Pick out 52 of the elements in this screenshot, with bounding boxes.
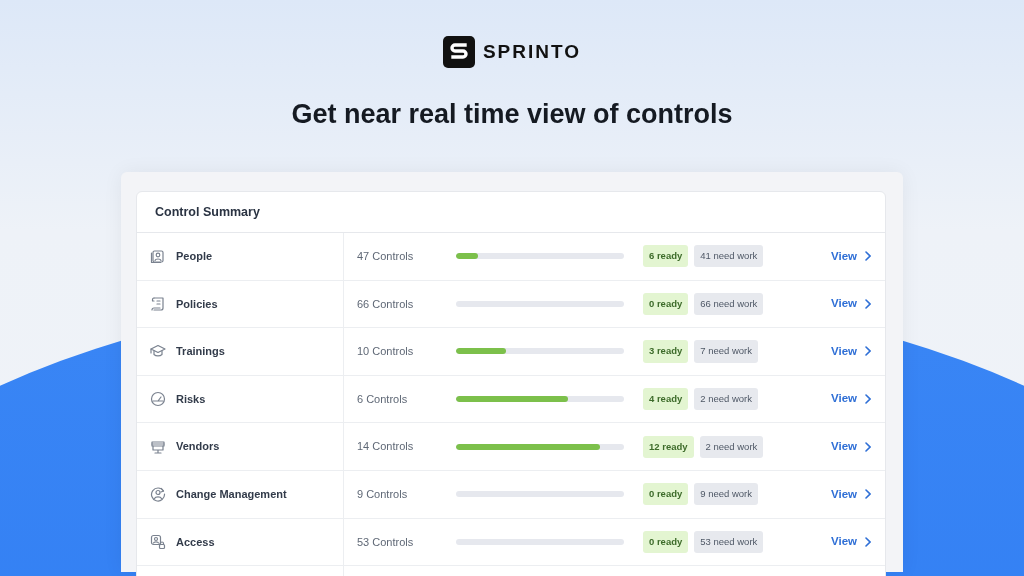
person-card-icon — [150, 248, 166, 265]
view-link[interactable]: View — [831, 485, 871, 503]
need-work-tag: 7 need work — [694, 340, 759, 363]
user-refresh-icon — [150, 486, 166, 503]
scroll-icon — [150, 295, 166, 312]
view-link[interactable]: View — [831, 533, 871, 551]
gauge-icon — [150, 391, 166, 408]
ready-tag: 0 ready — [643, 483, 689, 506]
controls-count: 66 Controls — [356, 296, 415, 312]
headline: Get near real time view of controls — [290, 98, 734, 131]
ready-tag: 3 ready — [643, 340, 689, 363]
chevron-right-icon — [865, 394, 871, 405]
ready-tag: 6 ready — [643, 245, 689, 268]
chevron-right-icon — [865, 298, 871, 309]
need-work-tag: 2 need work — [699, 435, 764, 458]
controls-count: 47 Controls — [356, 249, 415, 265]
view-link[interactable]: View — [831, 390, 871, 408]
view-link[interactable]: View — [831, 438, 871, 456]
chevron-right-icon — [865, 441, 871, 452]
brand-name: SPRINTO — [482, 39, 582, 64]
need-work-tag: 41 need work — [694, 245, 764, 268]
controls-count: 53 Controls — [356, 534, 415, 550]
logo-icon — [442, 36, 475, 68]
ready-tag: 12 ready — [643, 435, 694, 458]
need-work-tag: 53 need work — [694, 530, 764, 553]
user-lock-icon — [150, 533, 166, 550]
view-link[interactable]: View — [831, 342, 871, 361]
storefront-icon — [150, 438, 166, 455]
ready-tag: 4 ready — [643, 387, 689, 411]
controls-count: 14 Controls — [356, 439, 415, 455]
category-name: Risks — [176, 391, 206, 407]
chevron-right-icon — [865, 536, 871, 547]
category-name: Access — [176, 534, 215, 550]
need-work-tag: 9 need work — [694, 483, 759, 506]
ready-tag: 0 ready — [643, 530, 689, 553]
category-name: Trainings — [176, 344, 225, 360]
category-name: People — [176, 249, 213, 265]
chevron-right-icon — [865, 489, 871, 500]
chevron-right-icon — [865, 251, 871, 262]
view-link[interactable]: View — [831, 247, 871, 265]
need-work-tag: 2 need work — [694, 387, 759, 411]
chevron-right-icon — [865, 346, 871, 357]
category-name: Change Management — [176, 487, 287, 502]
controls-count: 9 Controls — [356, 487, 409, 502]
category-name: Policies — [176, 296, 218, 312]
controls-count: 6 Controls — [356, 391, 409, 407]
card-title: Control Summary — [155, 203, 260, 221]
view-link[interactable]: View — [831, 295, 871, 313]
need-work-tag: 66 need work — [694, 292, 764, 315]
ready-tag: 0 ready — [643, 292, 689, 315]
category-name: Vendors — [176, 439, 220, 455]
controls-count: 10 Controls — [356, 344, 415, 360]
